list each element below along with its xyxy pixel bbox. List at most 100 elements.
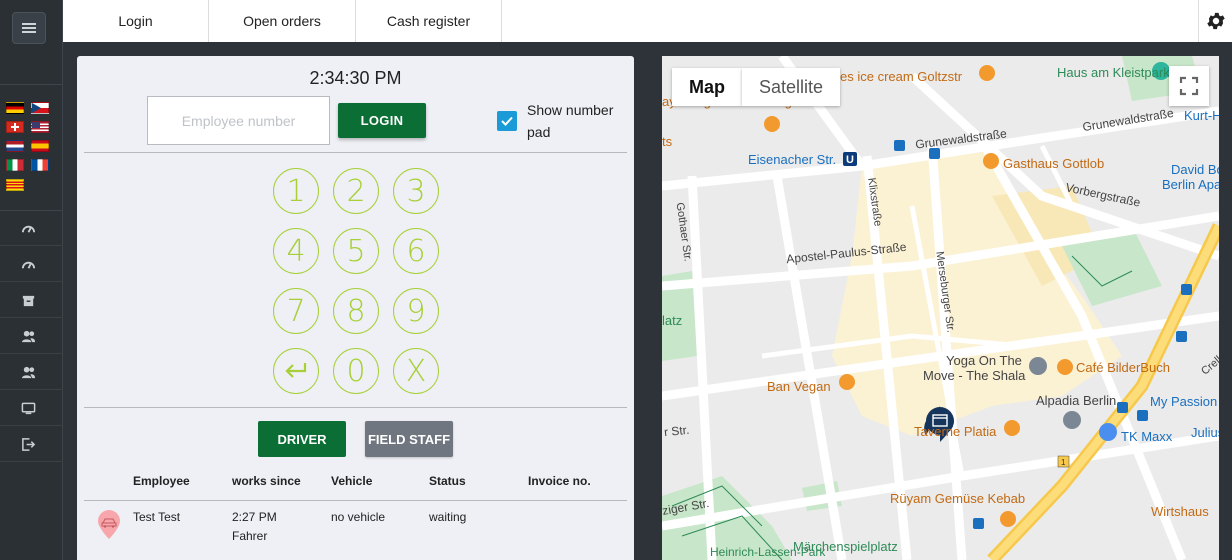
- show-number-pad-label: Show number pad: [527, 102, 614, 140]
- fullscreen-button[interactable]: [1169, 66, 1209, 106]
- svg-text:1: 1: [1061, 458, 1066, 467]
- map-label: Taverne Platia: [914, 424, 997, 439]
- numpad-key-2[interactable]: 2: [333, 168, 379, 214]
- map-label: TK Maxx: [1121, 429, 1173, 444]
- map-label: Gasthaus Gottlob: [1003, 156, 1105, 171]
- fullscreen-icon: [1179, 76, 1199, 96]
- gear-icon: [1206, 12, 1225, 30]
- works-since-time: 2:27 PM: [232, 510, 277, 524]
- numpad-enter-key[interactable]: [273, 348, 319, 394]
- map-label: Yoga On The: [946, 353, 1022, 368]
- nav-orders[interactable]: [0, 283, 63, 318]
- map-label: latz: [662, 313, 683, 328]
- nav-logout[interactable]: [0, 427, 63, 462]
- nav-monitor[interactable]: [0, 391, 63, 426]
- employee-name: Test Test: [133, 510, 181, 524]
- map-label: My Passion: [1150, 394, 1218, 409]
- clock: 2:34:30 PM: [309, 68, 402, 88]
- flag-cz-icon[interactable]: [31, 102, 49, 114]
- sidebar: [0, 0, 63, 560]
- map-label: Alpadia Berlin: [1036, 393, 1117, 408]
- map-label: Rüyam Gemüse Kebab: [890, 491, 1026, 506]
- map[interactable]: U 1 es ice cream Goltzstr Haus am Kleist…: [662, 56, 1219, 560]
- map-label: Berlin Apar: [1162, 177, 1219, 192]
- divider: [84, 152, 627, 153]
- numpad-key-5[interactable]: 5: [333, 228, 379, 274]
- numpad-key-7[interactable]: 7: [273, 288, 319, 334]
- map-label: Haus am Kleistpark: [1057, 65, 1170, 80]
- tab-open-orders[interactable]: Open orders: [209, 0, 356, 42]
- divider: [84, 407, 627, 408]
- school-poi-icon: [1063, 411, 1081, 429]
- numpad-key-3[interactable]: 3: [393, 168, 439, 214]
- column-header-vehicle: Vehicle: [331, 474, 373, 488]
- users-icon: [21, 366, 36, 378]
- field-staff-button[interactable]: FIELD STAFF: [365, 421, 453, 457]
- monitor-icon: [21, 402, 36, 414]
- map-label: r Str.: [663, 422, 691, 440]
- tab-login[interactable]: Login: [63, 0, 209, 42]
- logout-icon: [22, 437, 36, 451]
- column-header-employee: Employee: [133, 474, 190, 488]
- numpad-clear-key[interactable]: X: [393, 348, 439, 394]
- flag-es-icon[interactable]: [31, 140, 49, 152]
- nav-dashboard[interactable]: [0, 211, 63, 246]
- map-label: Eisenacher Str.: [748, 152, 837, 167]
- numpad-key-6[interactable]: 6: [393, 228, 439, 274]
- flag-de-icon[interactable]: [6, 102, 24, 114]
- map-label: Heinrich-Lassen-Park: [710, 545, 826, 559]
- checkmark-icon: [501, 116, 513, 126]
- hamburger-menu-button[interactable]: [12, 12, 46, 44]
- map-label: Kurt-Hi: [1184, 108, 1219, 123]
- driver-car-icon: [98, 510, 120, 539]
- map-label: Wirtshaus: [1151, 504, 1209, 519]
- flag-it-icon[interactable]: [6, 159, 24, 171]
- show-number-pad-checkbox[interactable]: [497, 111, 517, 131]
- map-label: David Bo: [1171, 162, 1219, 177]
- sidebar-divider: [0, 84, 63, 85]
- map-type-satellite-button[interactable]: Satellite: [742, 68, 840, 106]
- shopping-poi-icon: [1099, 423, 1117, 441]
- flag-nl-icon[interactable]: [6, 140, 24, 152]
- column-header-invoice: Invoice no.: [528, 474, 591, 488]
- numpad-key-9[interactable]: 9: [393, 288, 439, 334]
- dashboard-icon: [21, 225, 36, 233]
- numpad-key-0[interactable]: 0: [333, 348, 379, 394]
- employee-number-input[interactable]: [147, 96, 330, 145]
- flag-catalonia-icon[interactable]: [6, 179, 24, 191]
- login-button[interactable]: LOGIN: [338, 103, 426, 138]
- divider: [84, 500, 627, 501]
- numpad-key-1[interactable]: 1: [273, 168, 319, 214]
- map-label: Move - The Shala: [923, 368, 1026, 383]
- map-label: Ban Vegan: [767, 379, 831, 394]
- status-value: waiting: [429, 510, 467, 524]
- nav-customers[interactable]: [0, 355, 63, 390]
- flag-us-icon[interactable]: [31, 121, 49, 133]
- column-header-works-since: works since: [232, 474, 301, 488]
- map-label: ts: [662, 134, 673, 149]
- archive-icon: [22, 295, 35, 306]
- enter-icon: [285, 363, 307, 378]
- top-navigation-bar: Login Open orders Cash register: [63, 0, 1232, 42]
- yoga-poi-icon: [1029, 357, 1047, 375]
- hamburger-icon: [22, 23, 36, 33]
- tab-cash-register[interactable]: Cash register: [356, 0, 502, 42]
- map-label: Julius: [1191, 425, 1219, 440]
- flag-ch-icon[interactable]: [6, 121, 24, 133]
- login-panel: 2:34:30 PM LOGIN Show number pad 1 2 3 4…: [77, 56, 634, 560]
- employee-role: Fahrer: [232, 529, 268, 543]
- svg-text:U: U: [846, 154, 854, 166]
- settings-button[interactable]: [1198, 0, 1232, 42]
- nav-employees[interactable]: [0, 319, 63, 354]
- flag-fr-icon[interactable]: [31, 159, 49, 171]
- numpad-key-4[interactable]: 4: [273, 228, 319, 274]
- dashboard-icon: [21, 261, 36, 269]
- map-label: es ice cream Goltzstr: [840, 69, 963, 84]
- users-icon: [21, 330, 36, 342]
- map-type-map-button[interactable]: Map: [672, 68, 742, 106]
- driver-button[interactable]: DRIVER: [258, 421, 346, 457]
- map-label: Café BilderBuch: [1076, 360, 1170, 375]
- nav-statistics[interactable]: [0, 247, 63, 282]
- column-header-status: Status: [429, 474, 466, 488]
- numpad-key-8[interactable]: 8: [333, 288, 379, 334]
